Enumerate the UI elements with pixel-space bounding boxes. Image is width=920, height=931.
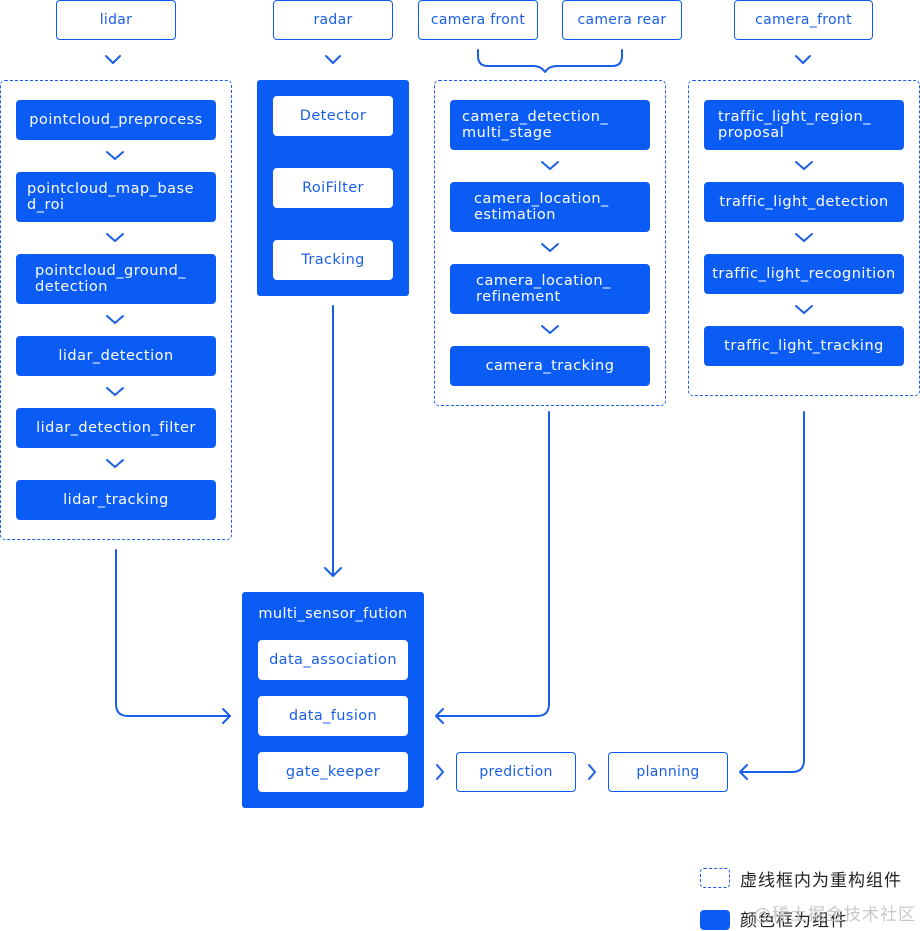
legend-solid-swatch — [700, 910, 730, 930]
lidar-refactored-group — [0, 80, 232, 540]
legend-dashed-label: 虚线框内为重构组件 — [740, 871, 902, 891]
fusion-step[interactable]: data_association — [258, 640, 408, 680]
traffic-light-step[interactable]: traffic_light_detection — [704, 182, 904, 222]
lidar-step[interactable]: lidar_detection — [16, 336, 216, 376]
fusion-step[interactable]: gate_keeper — [258, 752, 408, 792]
source-label: lidar — [99, 12, 133, 28]
radar-step[interactable]: Tracking — [273, 240, 393, 280]
prediction-box[interactable]: prediction — [456, 752, 576, 792]
arrow-lidar-to-fusion — [115, 549, 231, 717]
source-label: camera front — [430, 12, 526, 28]
lidar-step[interactable]: pointcloud_map_base d_roi — [16, 172, 216, 222]
watermark: @稀土掘金技术社区 — [754, 905, 916, 925]
step-label: RoiFilter — [302, 180, 364, 196]
step-label: traffic_light_detection — [719, 194, 889, 210]
step-label: gate_keeper — [285, 764, 381, 780]
source-lidar[interactable]: lidar — [56, 0, 176, 40]
fusion-title: multi_sensor_fution — [258, 606, 408, 622]
traffic-light-step[interactable]: traffic_light_region_ proposal — [704, 100, 904, 150]
fusion-step[interactable]: data_fusion — [258, 696, 408, 736]
step-label: lidar_detection — [58, 348, 174, 364]
source-camera-front[interactable]: camera front — [418, 0, 538, 40]
chevron-right-icon — [588, 764, 596, 780]
camera-step[interactable]: camera_detection_ multi_stage — [450, 100, 650, 150]
source-radar[interactable]: radar — [273, 0, 393, 40]
step-label: traffic_light_region_ proposal — [718, 109, 871, 141]
arrow-traffic-light-to-planning — [739, 411, 805, 773]
source-camera-rear[interactable]: camera rear — [562, 0, 682, 40]
planning-label: planning — [636, 764, 700, 780]
planning-box[interactable]: planning — [608, 752, 728, 792]
lidar-step[interactable]: lidar_detection_filter — [16, 408, 216, 448]
lidar-step[interactable]: pointcloud_ground_ detection — [16, 254, 216, 304]
source-label: radar — [313, 12, 353, 28]
step-label: traffic_light_recognition — [712, 266, 896, 282]
step-label: camera_tracking — [485, 358, 615, 374]
radar-step[interactable]: RoiFilter — [273, 168, 393, 208]
step-label: pointcloud_preprocess — [29, 112, 203, 128]
step-label: traffic_light_tracking — [724, 338, 884, 354]
step-label: pointcloud_map_base d_roi — [27, 181, 195, 213]
traffic-light-step[interactable]: traffic_light_recognition — [704, 254, 904, 294]
step-label: lidar_detection_filter — [36, 420, 196, 436]
camera-step[interactable]: camera_location_ estimation — [450, 182, 650, 232]
step-label: Tracking — [301, 252, 365, 268]
step-label: lidar_tracking — [63, 492, 169, 508]
traffic-light-step[interactable]: traffic_light_tracking — [704, 326, 904, 366]
source-label: camera_front — [755, 12, 852, 28]
lidar-step[interactable]: pointcloud_preprocess — [16, 100, 216, 140]
step-label: camera_detection_ multi_stage — [462, 109, 609, 141]
step-label: camera_location_ estimation — [474, 191, 609, 223]
arrow-camera-to-fusion — [435, 411, 550, 717]
chevron-down-icon — [105, 55, 121, 64]
step-label: camera_location_ refinement — [476, 273, 611, 305]
chevron-down-icon — [795, 55, 811, 64]
brace-connector — [477, 49, 623, 73]
lidar-step[interactable]: lidar_tracking — [16, 480, 216, 520]
step-label: data_association — [269, 652, 397, 668]
step-label: Detector — [299, 108, 367, 124]
radar-step[interactable]: Detector — [273, 96, 393, 136]
step-label: data_fusion — [288, 708, 378, 724]
source-camera-front-traffic-light[interactable]: camera_front — [734, 0, 873, 40]
chevron-right-icon — [436, 764, 444, 780]
camera-step[interactable]: camera_location_ refinement — [450, 264, 650, 314]
chevron-down-icon — [325, 55, 341, 64]
prediction-label: prediction — [479, 764, 553, 780]
step-label: pointcloud_ground_ detection — [35, 263, 187, 295]
legend-dashed-swatch — [700, 868, 730, 888]
camera-step[interactable]: camera_tracking — [450, 346, 650, 386]
source-label: camera rear — [577, 12, 667, 28]
